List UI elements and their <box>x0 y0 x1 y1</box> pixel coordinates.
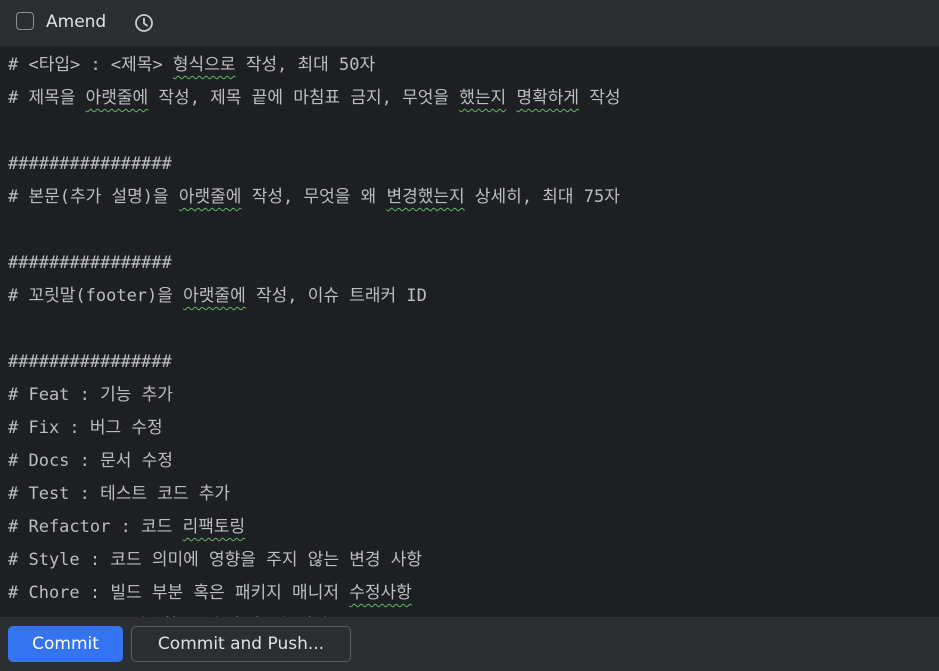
editor-line: # 꼬릿말(footer)을 아랫줄에 작성, 이슈 트래커 ID <box>8 280 621 313</box>
line-text: # Refactor : 코드 <box>8 517 183 537</box>
line-text: # Fix : 버그 수정 <box>8 418 163 438</box>
editor-line: # Style : 코드 의미에 영향을 주지 않는 변경 사항 <box>8 544 621 577</box>
commit-and-push-button[interactable]: Commit and Push... <box>131 626 351 662</box>
commit-toolbar: Amend <box>0 0 939 47</box>
editor-line: # 본문(추가 설명)을 아랫줄에 작성, 무엇을 왜 변경했는지 상세히, 최… <box>8 181 621 214</box>
line-text: # 제목을 <box>8 88 86 108</box>
spellcheck-word: 명확하게 <box>516 88 579 108</box>
line-text: ################ <box>8 253 172 273</box>
commit-button[interactable]: Commit <box>8 626 123 662</box>
commit-message-editor[interactable]: # <타입> : <제목> 형식으로 작성, 최대 50자 # 제목을 아랫줄에 … <box>0 47 939 617</box>
editor-line: # Feat : 기능 추가 <box>8 379 621 412</box>
line-text: 작성, 이슈 트래커 ID <box>245 286 427 306</box>
editor-line <box>8 313 621 346</box>
editor-line: ################ <box>8 247 621 280</box>
spellcheck-word: 아랫줄에 <box>85 88 149 108</box>
spellcheck-word: 리팩토링 <box>182 517 246 537</box>
editor-line: # Comment : 필요한 주석 추가 및 변경 <box>8 610 621 617</box>
spellcheck-word: 형식으로 <box>172 55 236 75</box>
spellcheck-word: 아랫줄에 <box>183 286 246 306</box>
spellcheck-word: 했는지 <box>459 88 507 108</box>
commit-actions-bar: Commit Commit and Push... <box>0 617 939 671</box>
amend-checkbox[interactable] <box>16 12 34 30</box>
line-text: # Docs : 문서 수정 <box>8 451 173 471</box>
editor-line: # 제목을 아랫줄에 작성, 제목 끝에 마침표 금지, 무엇을 했는지 명확하… <box>8 82 621 115</box>
line-text: # Chore : 빌드 부분 혹은 패키지 매니저 <box>8 583 350 603</box>
editor-line: # Fix : 버그 수정 <box>8 412 621 445</box>
line-text: 작성, 제목 끝에 마침표 금지, 무엇을 <box>148 88 460 108</box>
editor-line: # Test : 테스트 코드 추가 <box>8 478 621 511</box>
clock-history-icon[interactable] <box>133 12 155 34</box>
line-text: ################ <box>8 352 172 372</box>
editor-line: ################ <box>8 148 621 181</box>
line-text: # Style : 코드 의미에 영향을 주지 않는 변경 사항 <box>8 550 422 570</box>
line-text: 작성, 무엇을 왜 <box>241 187 387 207</box>
spellcheck-word: 변경했는지 <box>386 187 465 207</box>
line-text: # Test : 테스트 코드 추가 <box>8 484 231 504</box>
line-text: # Feat : 기능 추가 <box>8 385 173 405</box>
line-text: # <타입> : <제목> <box>8 55 173 75</box>
line-text: 작성, 최대 50자 <box>235 55 376 75</box>
line-text: # 본문(추가 설명)을 <box>8 187 179 207</box>
commit-message-lines: # <타입> : <제목> 형식으로 작성, 최대 50자 # 제목을 아랫줄에 … <box>8 49 621 617</box>
editor-line: # <타입> : <제목> 형식으로 작성, 최대 50자 <box>8 49 621 82</box>
editor-line: # Chore : 빌드 부분 혹은 패키지 매니저 수정사항 <box>8 577 621 610</box>
spellcheck-word: 아랫줄에 <box>178 187 242 207</box>
line-text: # 꼬릿말(footer)을 <box>8 286 184 306</box>
editor-line <box>8 214 621 247</box>
editor-line <box>8 115 621 148</box>
amend-label[interactable]: Amend <box>46 11 106 33</box>
line-text: ################ <box>8 154 172 174</box>
spellcheck-word: 수정사항 <box>349 583 412 603</box>
editor-line: ################ <box>8 346 621 379</box>
line-text: 상세히, 최대 75자 <box>464 187 620 207</box>
editor-line: # Refactor : 코드 리팩토링 <box>8 511 621 544</box>
line-text <box>506 88 516 108</box>
line-text: 작성 <box>579 88 621 108</box>
editor-line: # Docs : 문서 수정 <box>8 445 621 478</box>
